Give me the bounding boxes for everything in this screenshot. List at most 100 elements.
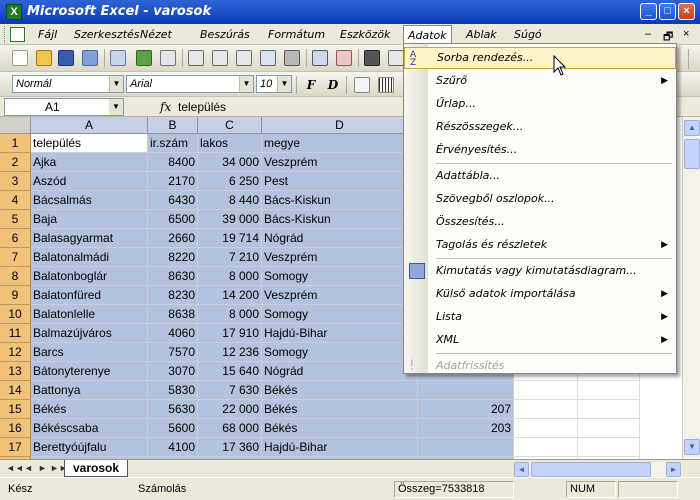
row-header[interactable]: 12 <box>0 343 31 362</box>
grid-cell[interactable]: 8630 <box>148 267 198 286</box>
grid-cell[interactable]: Barcs <box>31 343 148 362</box>
row-header[interactable]: 1 <box>0 134 31 153</box>
grid-cell[interactable]: lakos <box>198 134 262 153</box>
grid-cell[interactable]: település <box>31 134 148 153</box>
grid-cell[interactable] <box>578 400 640 419</box>
menu-item[interactable]: XML ▶ <box>404 329 676 351</box>
menu-fajl[interactable]: Fájl <box>34 27 61 42</box>
doc-close-button[interactable]: × <box>683 28 689 40</box>
chevron-down-icon[interactable]: ▼ <box>109 99 123 115</box>
column-header-a[interactable]: A <box>31 117 148 134</box>
grid-cell[interactable] <box>418 381 514 400</box>
form-icon[interactable] <box>388 50 404 66</box>
grid-cell[interactable]: Balmazújváros <box>31 324 148 343</box>
grid-cell[interactable] <box>514 400 578 419</box>
menu-item[interactable]: Adattábla... <box>404 165 676 187</box>
grid-cell[interactable]: Bács-Kiskun <box>262 210 418 229</box>
grid-cell[interactable]: 15 640 <box>198 362 262 381</box>
grid-cell[interactable]: 4100 <box>148 438 198 457</box>
table-icon[interactable] <box>260 50 276 66</box>
grid-cell[interactable]: Nógrád <box>262 229 418 248</box>
binoculars-icon[interactable] <box>364 50 380 66</box>
column-header-d[interactable]: D <box>262 117 418 134</box>
arrow-icon[interactable] <box>136 50 152 66</box>
new-document-icon[interactable] <box>12 50 28 66</box>
grid-cell[interactable]: 12 236 <box>198 343 262 362</box>
grid-cell[interactable]: 17 910 <box>198 324 262 343</box>
grid-cell[interactable]: 2660 <box>148 229 198 248</box>
menu-item[interactable]: Szűrő ▶ <box>404 70 676 92</box>
grid-icon[interactable] <box>188 50 204 66</box>
grid-cell[interactable]: 6 250 <box>198 172 262 191</box>
grid-cell[interactable]: Veszprém <box>262 153 418 172</box>
grid-cell[interactable]: Hajdú-Bihar <box>262 324 418 343</box>
column-header-c[interactable]: C <box>198 117 262 134</box>
menu-szerkesztes[interactable]: Szerkesztés <box>70 27 144 42</box>
minimize-button[interactable]: _ <box>640 3 657 20</box>
insert-row-icon[interactable] <box>212 50 228 66</box>
row-header[interactable]: 15 <box>0 400 31 419</box>
chart-icon[interactable] <box>160 50 176 66</box>
menu-item[interactable]: Kimutatás vagy kimutatásdiagram... <box>404 260 676 282</box>
grid-cell[interactable]: 5830 <box>148 381 198 400</box>
menu-item[interactable]: Külső adatok importálása ▶ <box>404 283 676 305</box>
first-sheet-icon[interactable]: ◄◄ <box>6 463 24 473</box>
maximize-button[interactable]: □ <box>659 3 676 20</box>
menu-nezet[interactable]: Nézet <box>136 27 176 42</box>
menu-item[interactable]: Lista ▶ <box>404 306 676 328</box>
excel-app-icon[interactable]: X <box>6 4 22 20</box>
insert-column-icon[interactable] <box>236 50 252 66</box>
row-header[interactable]: 5 <box>0 210 31 229</box>
grid-cell[interactable]: Veszprém <box>262 248 418 267</box>
formula-input[interactable]: település <box>178 100 226 114</box>
grid-cell[interactable]: 203 <box>418 419 514 438</box>
row-header[interactable]: 13 <box>0 362 31 381</box>
grid-cell[interactable]: 2170 <box>148 172 198 191</box>
vertical-scrollbar[interactable]: ▲ ▼ <box>682 117 700 459</box>
permission-icon[interactable] <box>82 50 98 66</box>
grid-cell[interactable]: 8220 <box>148 248 198 267</box>
menu-sugo[interactable]: Súgó <box>510 27 546 42</box>
grid-cell[interactable]: 8230 <box>148 286 198 305</box>
row-header[interactable]: 2 <box>0 153 31 172</box>
save-icon[interactable] <box>58 50 74 66</box>
grid-cell[interactable]: Bátonyterenye <box>31 362 148 381</box>
grid-cell[interactable] <box>514 438 578 457</box>
grid-cell[interactable]: Somogy <box>262 343 418 362</box>
select-all-corner[interactable] <box>0 117 31 134</box>
grid-cell[interactable]: Balasagyarmat <box>31 229 148 248</box>
grid-cell[interactable]: 68 000 <box>198 419 262 438</box>
grid-cell[interactable]: Balatonlelle <box>31 305 148 324</box>
row-header[interactable]: 17 <box>0 438 31 457</box>
grid-cell[interactable]: 8 440 <box>198 191 262 210</box>
menu-formatum[interactable]: Formátum <box>264 27 329 42</box>
grid-cell[interactable]: Veszprém <box>262 286 418 305</box>
grid-cell[interactable]: 8638 <box>148 305 198 324</box>
menu-item[interactable]: Űrlap... <box>404 93 676 115</box>
name-box[interactable]: A1 ▼ <box>4 98 124 116</box>
filter-icon[interactable] <box>110 50 126 66</box>
column-header-b[interactable]: B <box>148 117 198 134</box>
grid-cell[interactable]: Békés <box>31 400 148 419</box>
grid-cell[interactable] <box>514 381 578 400</box>
horizontal-scrollbar[interactable]: ◄ ► <box>514 462 682 477</box>
row-header[interactable]: 6 <box>0 229 31 248</box>
grid-cell[interactable]: Berettyóújfalu <box>31 438 148 457</box>
menu-item[interactable]: Összesítés... <box>404 211 676 233</box>
function-icon[interactable]: fx <box>160 100 171 114</box>
menu-item[interactable]: A Z Sorba rendezés... <box>404 47 676 69</box>
chevron-down-icon[interactable]: ▼ <box>239 76 253 92</box>
menu-ablak[interactable]: Ablak <box>462 27 501 42</box>
menu-item[interactable]: Részösszegek... <box>404 116 676 138</box>
grid-cell[interactable]: Pest <box>262 172 418 191</box>
grid-cell[interactable]: 207 <box>418 400 514 419</box>
workbook-icon[interactable] <box>10 27 25 42</box>
barcode-icon[interactable] <box>378 77 394 93</box>
horizontal-scroll-thumb[interactable] <box>531 462 651 477</box>
bold-button[interactable]: F <box>302 76 320 94</box>
grid-cell[interactable]: Somogy <box>262 305 418 324</box>
scroll-down-icon[interactable]: ▼ <box>684 439 700 455</box>
row-header[interactable]: 9 <box>0 286 31 305</box>
grid-cell[interactable]: Baja <box>31 210 148 229</box>
grid-cell[interactable]: 5600 <box>148 419 198 438</box>
